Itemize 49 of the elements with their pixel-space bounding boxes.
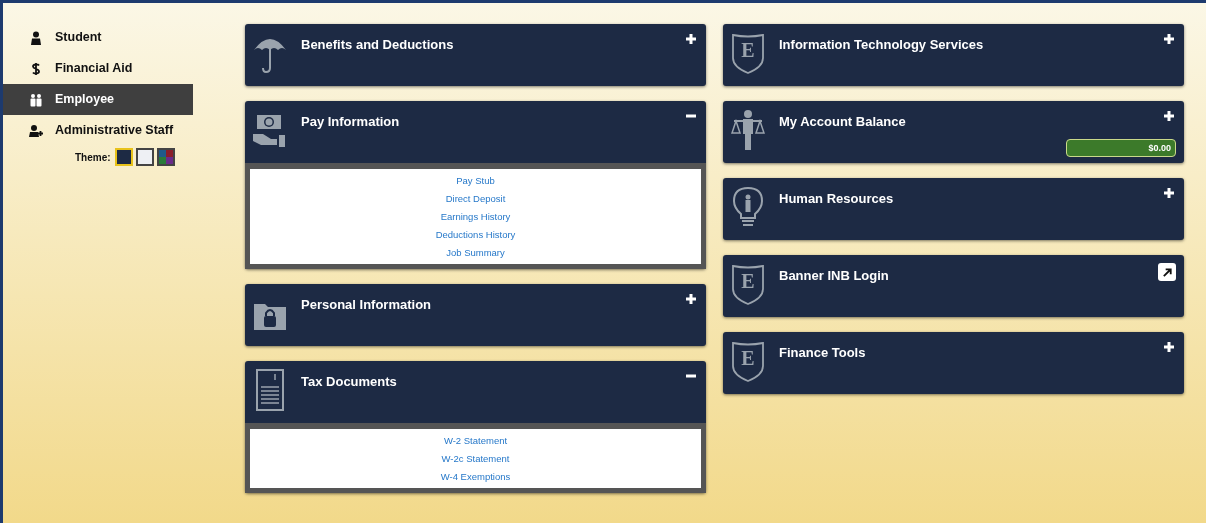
menu-link[interactable]: Pay Stub — [456, 173, 495, 188]
shield-logo-icon: E — [731, 32, 765, 74]
external-link-icon — [1161, 266, 1173, 278]
menu-link[interactable]: W-4 Exemptions — [440, 469, 511, 484]
expand-button[interactable] — [1162, 109, 1176, 123]
menu-link[interactable]: Earnings History — [440, 209, 511, 224]
plus-icon — [1163, 187, 1175, 199]
expand-button[interactable] — [1162, 340, 1176, 354]
theme-label: Theme: — [75, 150, 111, 165]
card-title[interactable]: Banner INB Login — [779, 263, 1158, 286]
document-icon — [253, 369, 287, 411]
expand-button[interactable] — [684, 292, 698, 306]
plus-icon — [1163, 110, 1175, 122]
person-icon — [29, 30, 43, 45]
people-icon — [29, 92, 43, 107]
card-title[interactable]: Information Technology Services — [779, 32, 1162, 55]
card-title[interactable]: Finance Tools — [779, 340, 1162, 363]
menu-link[interactable]: Direct Deposit — [445, 191, 506, 206]
balance-badge: $0.00 — [1066, 139, 1176, 157]
theme-swatch[interactable] — [135, 148, 154, 166]
dollar-icon — [29, 61, 43, 76]
external-link-button[interactable] — [1158, 263, 1176, 281]
plus-icon — [1163, 341, 1175, 353]
card-title[interactable]: Pay Information — [301, 109, 684, 132]
theme-swatch[interactable] — [156, 148, 175, 166]
card-title[interactable]: Tax Documents — [301, 369, 684, 392]
menu-link[interactable]: W-2 Statement — [443, 433, 508, 448]
expand-button[interactable] — [1162, 32, 1176, 46]
sidebar-item[interactable]: Employee — [3, 84, 193, 115]
sidebar-item[interactable]: Student — [3, 22, 193, 53]
menu-link[interactable]: W-2c Statement — [441, 451, 510, 466]
plus-icon — [685, 293, 697, 305]
scales-icon — [731, 109, 765, 151]
plus-icon — [685, 33, 697, 45]
sidebar-item[interactable]: Financial Aid — [3, 53, 193, 84]
card-title[interactable]: Benefits and Deductions — [301, 32, 684, 55]
shield-logo-icon: E — [731, 263, 765, 305]
expand-button[interactable] — [1162, 186, 1176, 200]
sidebar-item[interactable]: Administrative Staff — [3, 115, 193, 146]
person-add-icon — [29, 123, 43, 138]
expand-button[interactable] — [684, 32, 698, 46]
plus-icon — [1163, 33, 1175, 45]
menu-link[interactable]: Job Summary — [446, 245, 505, 260]
card-title[interactable]: Personal Information — [301, 292, 684, 315]
menu-link[interactable]: Deductions History — [435, 227, 516, 242]
lightbulb-icon — [731, 186, 765, 228]
shield-logo-icon: E — [731, 340, 765, 382]
card-title[interactable]: My Account Balance — [779, 109, 1162, 132]
card-title[interactable]: Human Resources — [779, 186, 1162, 209]
